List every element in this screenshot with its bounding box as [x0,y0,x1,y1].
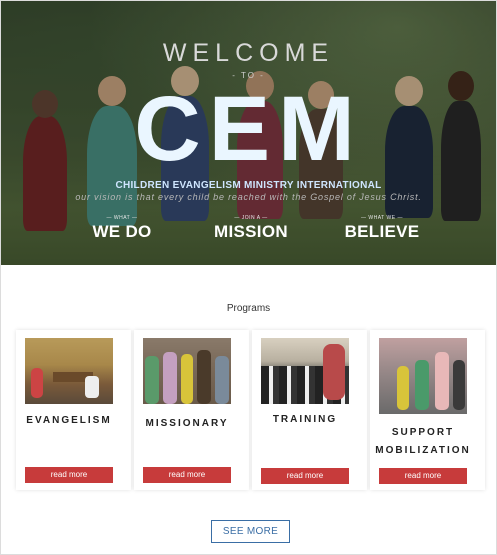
program-label-support: SUPPORT [391,427,455,438]
hero-welcome: WELCOME [162,39,335,67]
program-label-missionary: MISSIONARY [145,418,229,429]
cta-what-we-do-small: — WHAT — [106,215,138,221]
program-card-support-mobilization: SUPPORT MOBILIZATION read more [370,330,485,490]
program-label-evangelism: EVANGELISM [26,415,112,426]
cta-join-a-mission-big: MISSION [214,222,288,241]
cta-join-a-mission[interactable]: — JOIN A — MISSION [208,215,294,242]
read-more-button-support-mobilization[interactable]: read more [379,468,467,484]
program-photo-support-mobilization [379,338,467,414]
cta-what-we-do-big: WE DO [92,222,152,241]
cta-what-we-believe-big: BELIEVE [344,222,420,241]
program-card-missionary: MISSIONARY read more [134,330,249,490]
program-photo-missionary [143,338,231,404]
program-photo-evangelism [25,338,113,404]
hero-brand: CEM [134,78,363,180]
program-label-mobilization: MOBILIZATION [375,445,471,456]
program-card-training: TRAINING read more [252,330,367,490]
hero-banner: WELCOME - TO - CEM CHILDREN EVANGELISM M… [1,1,496,265]
cta-what-we-believe-small: — WHAT WE — [361,215,403,221]
programs-title: Programs [226,303,271,314]
cta-join-a-mission-small: — JOIN A — [234,215,268,221]
cta-what-we-believe[interactable]: — WHAT WE — BELIEVE [338,215,426,242]
read-more-button-evangelism[interactable]: read more [25,467,113,483]
cta-what-we-do[interactable]: — WHAT — WE DO [83,215,161,242]
read-more-button-missionary[interactable]: read more [143,467,231,483]
see-more-button[interactable]: SEE MORE [211,520,290,543]
program-label-training: TRAINING [272,414,338,425]
program-photo-training [261,338,349,404]
read-more-button-training[interactable]: read more [261,468,349,484]
program-card-evangelism: EVANGELISM read more [16,330,131,490]
hero-vision: our vision is that every child be reache… [75,192,422,202]
hero-org-name: CHILDREN EVANGELISM MINISTRY INTERNATION… [115,180,382,191]
